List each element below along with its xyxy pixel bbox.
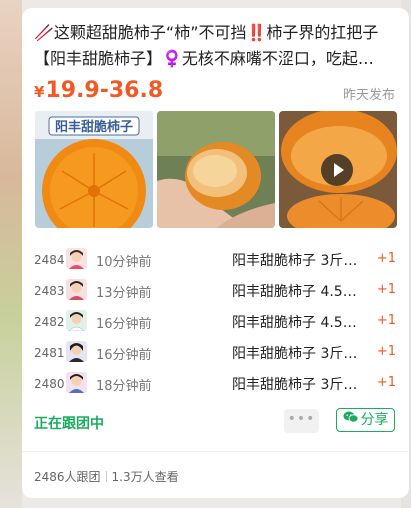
share-button[interactable]: 分享	[336, 408, 395, 432]
order-number: 2481	[34, 346, 65, 360]
following-status[interactable]: 正在跟团中	[34, 413, 104, 433]
order-number: 2482	[34, 315, 65, 329]
order-count: +1	[376, 313, 396, 328]
order-time: 10分钟前	[96, 255, 152, 270]
participant-count: 2486人跟团	[34, 470, 101, 484]
avatar	[66, 310, 87, 331]
more-options-button[interactable]: •••	[284, 409, 319, 433]
group-buy-row[interactable]: 2481 16分钟前 阳丰甜脆柿子 3斤… +1	[34, 339, 400, 370]
photo-persimmon-video[interactable]	[279, 111, 397, 228]
order-number: 2480	[34, 377, 65, 391]
avatar	[66, 279, 87, 300]
order-time: 18分钟前	[96, 379, 152, 394]
order-time: 16分钟前	[96, 317, 152, 332]
order-count: +1	[376, 282, 396, 297]
group-buy-row[interactable]: 2484 10分钟前 阳丰甜脆柿子 3斤… +1	[34, 246, 400, 277]
share-label: 分享	[360, 412, 389, 428]
order-time: 16分钟前	[96, 348, 152, 363]
divider	[22, 451, 409, 452]
avatar	[66, 248, 87, 269]
order-number: 2483	[34, 284, 65, 298]
avatar	[66, 341, 87, 362]
photo-banner-text: 阳丰甜脆柿子	[55, 119, 133, 135]
price-currency: ¥	[34, 83, 45, 101]
avatar	[66, 372, 87, 393]
price-range: ¥19.9-36.8	[34, 78, 163, 105]
background-photo-strip	[0, 0, 22, 508]
play-icon[interactable]	[321, 154, 353, 186]
group-buy-row[interactable]: 2480 18分钟前 阳丰甜脆柿子 3斤… +1	[34, 370, 400, 401]
photo-persimmon-in-hand[interactable]	[157, 111, 275, 228]
price-value: 19.9-36.8	[45, 78, 164, 103]
photo-persimmon-whole[interactable]: 阳丰甜脆柿子	[35, 111, 153, 228]
photo-grid: 阳丰甜脆柿子	[35, 111, 397, 228]
order-count: +1	[376, 251, 396, 266]
order-product: 阳丰甜脆柿子 3斤…	[232, 253, 358, 269]
group-buy-list: 2484 10分钟前 阳丰甜脆柿子 3斤… +1 2483 13分钟前 阳丰甜脆…	[34, 246, 400, 401]
order-product: 阳丰甜脆柿子 3斤…	[232, 346, 358, 362]
order-product: 阳丰甜脆柿子 4.5…	[232, 284, 357, 300]
stats-separator	[105, 471, 107, 482]
order-product: 阳丰甜脆柿子 3斤…	[232, 377, 358, 393]
view-count: 1.3万人查看	[111, 470, 179, 484]
order-count: +1	[376, 344, 396, 359]
group-buy-post-card[interactable]: 🥢这颗超甜脆柿子“柿”不可挡‼️柿子界的扛把子 【阳丰甜脆柿子】♀️无核不麻嘴不…	[22, 8, 409, 498]
post-stats: 2486人跟团 1.3万人查看	[34, 468, 179, 485]
order-count: +1	[376, 375, 396, 390]
order-product: 阳丰甜脆柿子 4.5…	[232, 315, 357, 331]
posted-time: 昨天发布	[342, 88, 395, 103]
post-title[interactable]: 🥢这颗超甜脆柿子“柿”不可挡‼️柿子界的扛把子 【阳丰甜脆柿子】♀️无核不麻嘴不…	[34, 20, 400, 72]
post-title-line-2: 【阳丰甜脆柿子】♀️无核不麻嘴不涩口，吃起…	[34, 49, 374, 68]
wechat-icon	[343, 409, 359, 431]
post-title-line-1: 🥢这颗超甜脆柿子“柿”不可挡‼️柿子界的扛把子	[34, 23, 379, 42]
group-buy-row[interactable]: 2483 13分钟前 阳丰甜脆柿子 4.5… +1	[34, 277, 400, 308]
order-time: 13分钟前	[96, 286, 152, 301]
order-number: 2484	[34, 253, 65, 267]
group-buy-row[interactable]: 2482 16分钟前 阳丰甜脆柿子 4.5… +1	[34, 308, 400, 339]
